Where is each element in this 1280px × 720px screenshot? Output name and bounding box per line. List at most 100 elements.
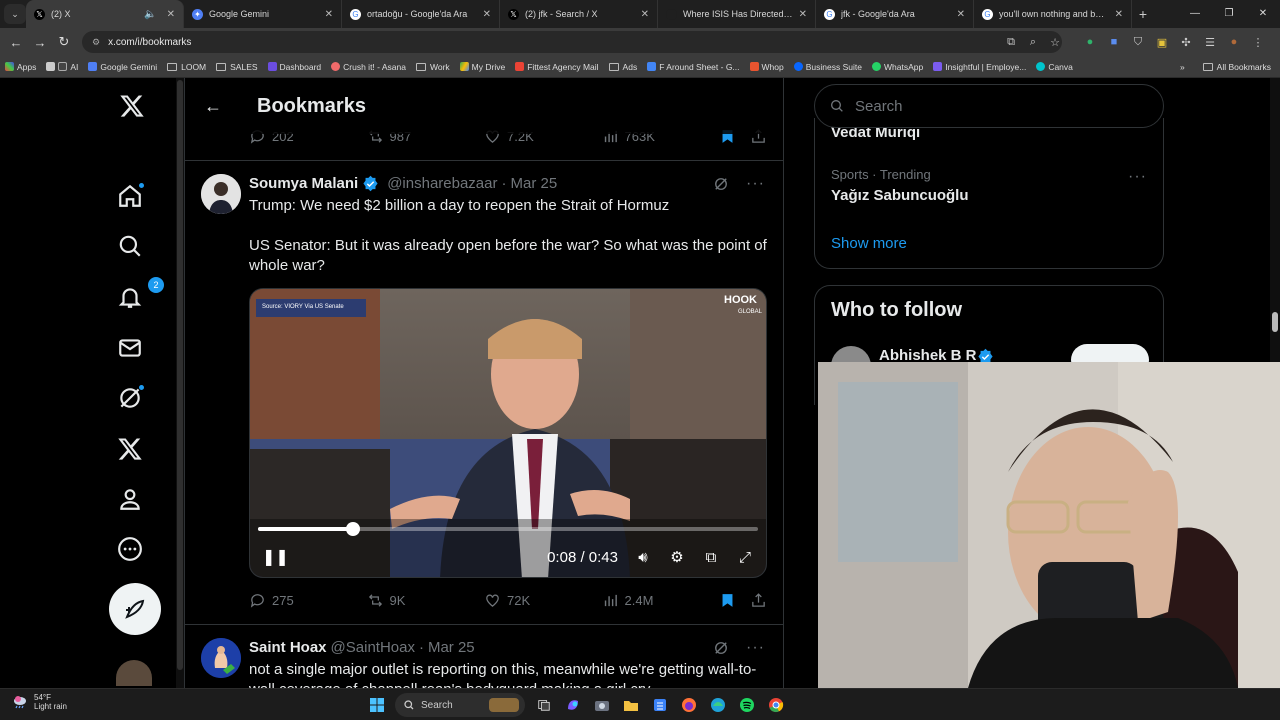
volume-icon[interactable]: 🔊︎ [632,549,654,566]
grammarly-icon[interactable]: ● [1078,36,1102,48]
star-icon[interactable]: ☆ [1044,36,1066,49]
chrome-icon[interactable] [764,693,788,717]
column-scrollbar-thumb[interactable] [177,80,183,670]
start-windows-icon[interactable] [365,693,389,717]
speaker-icon[interactable]: 🔈 [144,9,156,20]
bookmark-dashboard[interactable]: Dashboard [263,62,327,72]
trend-name[interactable]: Yağız Sabuncuoğlu [831,187,969,204]
tab-google-jfk[interactable]: G jfk - Google'da Ara ✕ [816,0,974,28]
notifications-icon[interactable]: 2 [114,277,164,313]
bookmark-button[interactable] [719,592,736,609]
close-tab-icon[interactable]: ✕ [1115,9,1123,20]
profile-icon[interactable] [114,483,146,515]
taskbar-search[interactable]: Search [395,693,525,717]
tab-google-own-nothing[interactable]: G you'll own nothing and be hap ✕ [974,0,1132,28]
reload-icon[interactable]: ↻ [52,34,76,50]
bookmark-insightful[interactable]: Insightful | Employe... [928,62,1031,72]
extension-blue-icon[interactable]: ■ [1102,36,1126,48]
bookmark-fittest-mail[interactable]: Fittest Agency Mail [510,62,603,72]
menu-kebab-icon[interactable]: ⋮ [1246,36,1270,49]
shield-icon[interactable]: ⛉ [1126,36,1150,49]
address-bar[interactable]: ⚙ x.com/i/bookmarks [82,31,1062,53]
grok-explain-icon[interactable] [712,639,730,657]
copilot-icon[interactable] [561,693,585,717]
extension-yellow-icon[interactable]: ▣ [1150,36,1174,49]
bookmark-drive[interactable]: My Drive [455,62,511,72]
share-button[interactable] [750,592,767,609]
minimize-icon[interactable]: — [1178,0,1212,28]
fullscreen-icon[interactable]: ⤢ [734,549,756,566]
sidebar-icon[interactable]: ☰ [1198,36,1222,49]
puzzle-icon[interactable]: ✣ [1174,36,1198,49]
restore-icon[interactable]: ❐ [1212,0,1246,28]
show-more-link[interactable]: Show more [831,235,907,252]
premium-x-icon[interactable] [114,433,146,465]
spotify-icon[interactable] [735,693,759,717]
close-tab-icon[interactable]: ✕ [483,9,491,20]
home-icon[interactable] [114,180,146,212]
explore-icon[interactable] [114,230,146,262]
file-explorer-icon[interactable] [619,693,643,717]
bookmark-loom[interactable]: LOOM [162,62,211,72]
tab-google-ortadogu[interactable]: G ortadoğu - Google'da Ara ✕ [342,0,500,28]
bookmark-work[interactable]: Work [411,62,455,72]
author-handle[interactable]: @insharebazaar [387,175,497,192]
close-tab-icon[interactable]: ✕ [325,9,333,20]
like-button[interactable]: 72K [484,592,602,609]
zoom-icon[interactable]: ⌕ [1022,36,1044,49]
pause-icon[interactable]: ❚❚ [262,547,292,567]
column-scrollbar[interactable] [176,78,184,688]
bookmark-f-around-sheet[interactable]: F Around Sheet - G... [642,62,744,72]
task-view-icon[interactable] [532,693,556,717]
video-progress-bar[interactable] [258,522,758,536]
video-scrubber-handle[interactable] [346,522,360,536]
tab-search-dropdown[interactable]: ⌄ [4,4,26,24]
tweet-date[interactable]: Mar 25 [428,639,475,656]
bookmark-canva[interactable]: Canva [1031,62,1078,72]
site-info-icon[interactable]: ⚙ [92,37,100,48]
avatar-soumya-malani[interactable] [201,174,241,214]
bookmarks-overflow[interactable]: » [1175,62,1190,72]
bookmark-whatsapp[interactable]: WhatsApp [867,62,928,72]
picture-in-picture-icon[interactable]: ⧉ [700,549,722,566]
account-avatar[interactable] [116,660,152,686]
avatar-saint-hoax[interactable] [201,638,241,678]
tweet-date[interactable]: Mar 25 [511,175,558,192]
more-options-icon[interactable]: ··· [746,175,765,193]
back-icon[interactable]: ← [4,35,28,50]
close-tab-icon[interactable]: ✕ [641,9,649,20]
tab-x-jfk[interactable]: 𝕏 (2) jfk - Search / X ✕ [500,0,658,28]
forward-icon[interactable]: → [28,35,52,50]
more-icon[interactable] [114,533,146,565]
close-tab-icon[interactable]: ✕ [167,9,175,20]
camera-icon[interactable] [590,693,614,717]
grok-explain-icon[interactable] [712,175,730,193]
calculator-grid-icon[interactable] [648,693,672,717]
views-button[interactable]: 2.4M [602,592,720,609]
bookmark-ads[interactable]: Ads [604,62,643,72]
bookmark-apps[interactable]: Apps [0,62,41,72]
more-options-icon[interactable]: ··· [746,639,765,657]
weather-widget[interactable]: 54°F Light rain [12,693,67,711]
bookmark-sales[interactable]: SALES [211,62,262,72]
close-tab-icon[interactable]: ✕ [799,9,807,20]
author-name[interactable]: Saint Hoax [249,639,327,656]
tab-gemini[interactable]: ✦ Google Gemini ✕ [184,0,342,28]
author-name[interactable]: Soumya Malani [249,175,358,192]
reply-button[interactable]: 275 [249,592,367,609]
close-tab-icon[interactable]: ✕ [957,9,965,20]
page-scrollbar-thumb[interactable] [1272,312,1278,332]
new-tab-button[interactable]: + [1132,6,1154,22]
author-handle[interactable]: @SaintHoax [331,639,415,656]
tab-isis-article[interactable]: Where ISIS Has Directed and In ✕ [658,0,816,28]
video-player[interactable]: Source: VIORY Via US Senate HOOK GLOBAL … [249,288,767,578]
bookmark-business-suite[interactable]: Business Suite [789,62,867,72]
post-button[interactable] [109,583,161,635]
back-arrow-button[interactable]: ← [185,96,241,117]
bookmark-whop[interactable]: Whop [745,62,789,72]
edge-icon[interactable] [706,693,730,717]
all-bookmarks[interactable]: All Bookmarks [1198,62,1276,72]
messages-icon[interactable] [114,332,146,364]
settings-gear-icon[interactable]: ⚙ [666,548,688,566]
bookmark-gemini[interactable]: Google Gemini [83,62,162,72]
